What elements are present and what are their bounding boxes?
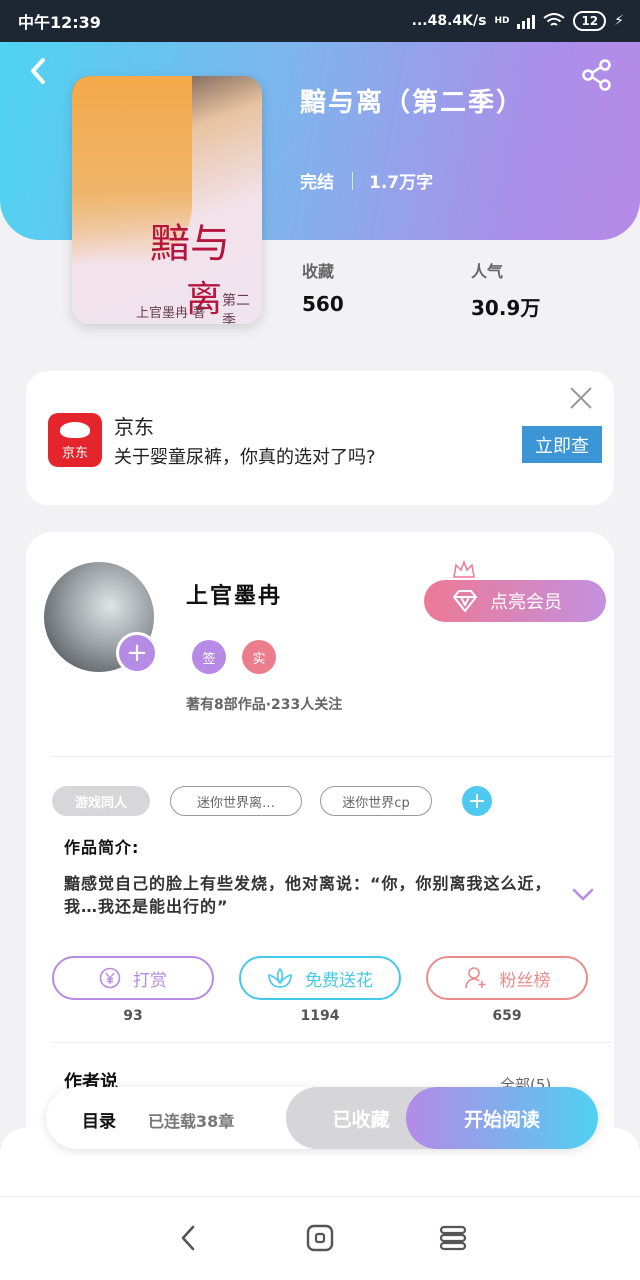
- net-speed: ...48.4K/s: [411, 13, 487, 29]
- stat-favorites: 收藏 560: [302, 258, 344, 316]
- system-nav-bar: [0, 1196, 640, 1280]
- vip-button-label: 点亮会员: [490, 592, 562, 612]
- nav-menu-icon[interactable]: [438, 1223, 468, 1253]
- stat-label: 人气: [471, 262, 504, 281]
- ad-message: 关于婴童尿裤，你真的选对了吗?: [114, 447, 376, 468]
- battery-icon: 12: [573, 11, 607, 31]
- cover-author: 上官墨冉 著: [136, 306, 206, 321]
- yen-icon: [99, 967, 121, 989]
- close-icon[interactable]: [568, 385, 594, 411]
- ad-cta-button[interactable]: 立即查: [522, 426, 602, 463]
- nav-back-icon[interactable]: [174, 1223, 204, 1253]
- ad-logo-text: 京东: [61, 446, 88, 461]
- tip-count: 93: [123, 1008, 143, 1024]
- diamond-icon: [453, 590, 477, 612]
- cover-title: 黯与: [150, 221, 230, 267]
- book-meta: 完结 1.7万字: [300, 168, 433, 193]
- flower-count: 1194: [300, 1008, 340, 1024]
- intro-heading: 作品简介:: [64, 838, 140, 857]
- stat-label: 收藏: [302, 262, 335, 281]
- bottom-action-bar: 目录 已连载38章 已收藏 开始阅读: [46, 1087, 598, 1149]
- fans-icon: [464, 967, 485, 989]
- book-cover[interactable]: 黯与 离 第二季 上官墨冉 著: [72, 76, 262, 324]
- send-flower-button[interactable]: 免费送花: [239, 956, 401, 1000]
- serial-status: 已连载38章: [148, 1112, 235, 1131]
- wifi-icon: [543, 13, 566, 26]
- verified-badge: 实: [242, 640, 276, 674]
- fans-count: 659: [492, 1008, 522, 1024]
- ad-brand: 京东: [114, 415, 154, 439]
- tag-mini-world[interactable]: 迷你世界离…: [170, 786, 302, 816]
- cover-season: 第二季: [222, 293, 250, 324]
- stat-value: 560: [302, 292, 344, 316]
- ad-card[interactable]: 京东 京东 关于婴童尿裤，你真的选对了吗? 立即查: [26, 371, 614, 505]
- author-card: + 上官墨冉 签 实 著有8部作品·233人关注 点亮会员 游戏同人 迷你世界离…: [26, 532, 614, 1152]
- jd-logo-icon: 京东: [48, 413, 102, 467]
- send-flower-label: 免费送花: [305, 970, 373, 990]
- share-icon[interactable]: [580, 58, 614, 92]
- tag-fanfic[interactable]: 游戏同人: [52, 786, 150, 816]
- fans-rank-label: 粉丝榜: [499, 970, 551, 990]
- meta-divider: [352, 171, 353, 190]
- intro-text: 黯感觉自己的脸上有些发烧，他对离说：“你，你别离我这么近，我…我还是能出行的”: [64, 874, 552, 916]
- author-name[interactable]: 上官墨冉: [186, 578, 282, 610]
- toc-button[interactable]: 目录: [82, 1107, 116, 1132]
- tag-mini-world-cp[interactable]: 迷你世界cp: [320, 786, 432, 816]
- signal-icon: [517, 13, 536, 29]
- book-title: 黯与离（第二季）: [300, 88, 525, 118]
- fans-rank-button[interactable]: 粉丝榜: [426, 956, 588, 1000]
- chevron-down-icon[interactable]: [572, 888, 594, 902]
- back-icon[interactable]: [24, 56, 54, 86]
- network-type: HD: [494, 16, 510, 26]
- word-count: 1.7万字: [369, 173, 434, 193]
- follow-plus-icon[interactable]: +: [116, 632, 158, 674]
- flower-icon: [268, 968, 292, 988]
- charging-icon: ⚡: [614, 13, 624, 29]
- book-status: 完结: [300, 173, 334, 193]
- divider: [52, 756, 612, 757]
- stat-value: 30.9万: [471, 296, 541, 320]
- tip-button[interactable]: 打赏: [52, 956, 214, 1000]
- start-reading-button[interactable]: 开始阅读: [406, 1087, 598, 1149]
- add-tag-icon[interactable]: +: [462, 786, 492, 816]
- jd-dog-shape: [60, 422, 90, 438]
- stat-popularity: 人气 30.9万: [471, 258, 540, 321]
- tip-label: 打赏: [133, 970, 167, 990]
- status-time: 中午12:39: [18, 13, 101, 32]
- author-info: 著有8部作品·233人关注: [186, 697, 343, 713]
- divider: [52, 1042, 612, 1043]
- vip-button[interactable]: 点亮会员: [424, 580, 606, 622]
- status-indicators: ...48.4K/s HD 12 ⚡: [412, 11, 624, 31]
- signed-badge: 签: [192, 640, 226, 674]
- status-bar: 中午12:39 ...48.4K/s HD 12 ⚡: [0, 0, 640, 42]
- nav-home-icon[interactable]: [305, 1223, 335, 1253]
- crown-icon: [453, 560, 475, 578]
